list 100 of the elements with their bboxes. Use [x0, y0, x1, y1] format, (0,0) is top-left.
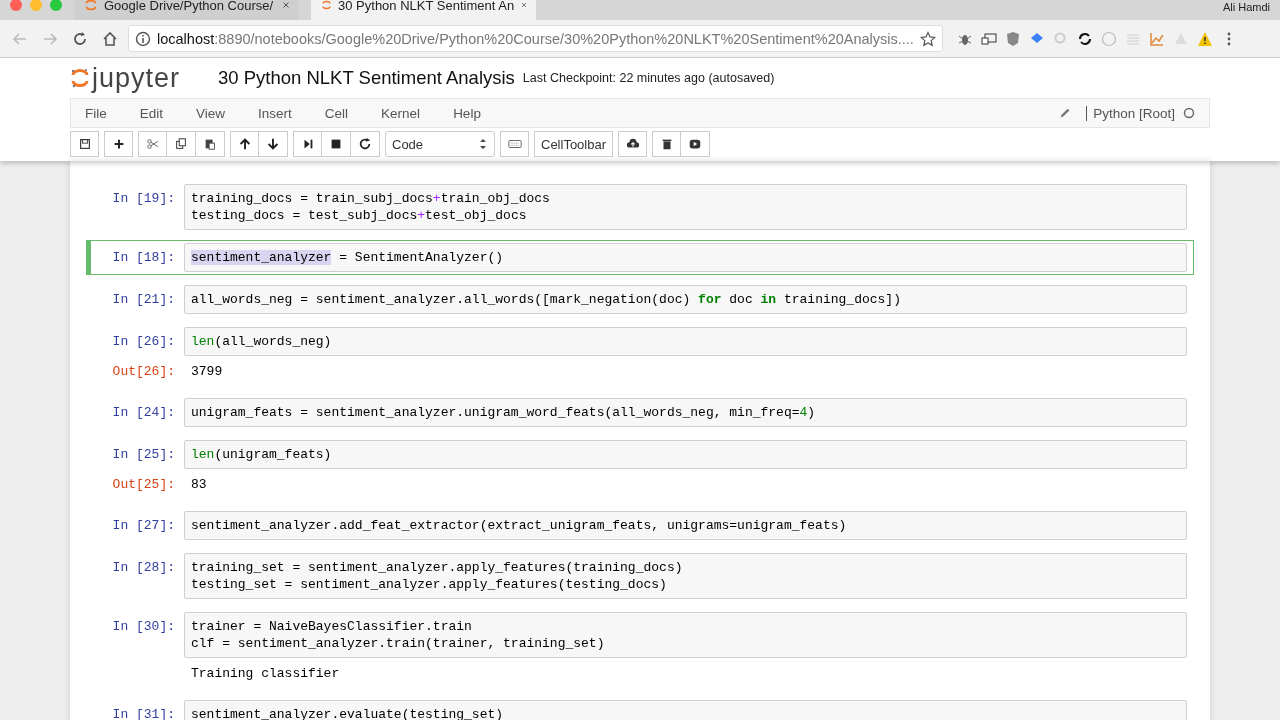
code-line: len(all_words_neg) [191, 333, 332, 350]
arrow-up-icon [237, 137, 252, 151]
input-prompt: In [19]: [111, 190, 176, 206]
input-prompt: In [27]: [111, 517, 176, 533]
sync-icon [1077, 30, 1093, 47]
input-prompt: In [25]: [111, 446, 176, 462]
updown-icon [478, 137, 488, 151]
code-line: sentiment_analyzer.add_feat_extractor(extract_unigram_feats, unigrams=unigram_feats) [191, 517, 847, 534]
logo-text[interactable]: jupyter [92, 62, 181, 94]
code-line: sentiment_analyzer.evaluate(testing_set) [191, 706, 504, 720]
menu-item[interactable]: Kernel [381, 105, 421, 121]
code-input[interactable]: len(unigram_feats) [184, 440, 1187, 469]
code-input[interactable]: trainer = NaiveBayesClassifier.train clf = sentiment_analyzer.train(trainer, training_set) [184, 612, 1187, 658]
close-icon [520, 0, 528, 10]
code-input[interactable]: unigram_feats = sentiment_analyzer.unigram_word_feats(all_words_neg, min_freq=4) [184, 398, 1187, 427]
notebook-cell[interactable]: In [31]: sentiment_analyzer.evaluate(testing_set) [86, 697, 1194, 720]
code-input[interactable]: sentiment_analyzer.add_feat_extractor(extract_unigram_feats, unigrams=unigram_feats) [184, 511, 1187, 540]
code-input[interactable]: training_docs = train_subj_docs+train_obj_docs testing_docs = test_subj_docs+test_obj_docs [184, 184, 1187, 230]
jupyter-icon [84, 0, 98, 12]
paste-button[interactable] [196, 131, 225, 157]
notebook-title[interactable]: 30 Python NLKT Sentiment Analysis [218, 67, 515, 89]
output-prompt: Out[26]: [111, 363, 176, 379]
trash-button[interactable] [652, 131, 682, 157]
cloud-upload-icon [625, 137, 640, 151]
stop-icon [329, 137, 343, 151]
browser-tab[interactable]: 30 Python NLKT Sentiment An [311, 0, 536, 20]
info-icon [135, 30, 151, 47]
notebook-cell[interactable]: In [24]: unigram_feats = sentiment_analyzer.unigram_word_feats(all_words_neg, min_freq=4) [86, 395, 1194, 430]
input-prompt: In [31]: [111, 706, 176, 720]
input-prompt: In [18]: [111, 249, 176, 265]
keyboard-icon [507, 137, 522, 151]
kernel-status-icon [1183, 107, 1195, 119]
notebook-cell[interactable]: In [19]: training_docs = train_subj_docs+train_obj_docs testing_docs = test_subj_docs+test_obj_docs [86, 181, 1194, 233]
copy-button[interactable] [167, 131, 196, 157]
output-text: Training classifier [190, 665, 341, 683]
play-icon [688, 137, 703, 151]
address-bar[interactable]: localhost:8890/notebooks/Google%20Drive/Python%20Course/30%20Python%20NLKT%20Sentiment%20Analysis.... [128, 25, 943, 52]
notebook-cell[interactable]: In [18]: sentiment_analyzer = SentimentAnalyzer() [86, 240, 1194, 275]
restart-button[interactable] [351, 131, 380, 157]
menu-item[interactable]: Insert [258, 105, 292, 121]
code-line: all_words_neg = sentiment_analyzer.all_words([mark_negation(doc) for doc in training_docs]) [191, 291, 901, 308]
copy-icon [174, 137, 188, 151]
code-line: clf = sentiment_analyzer.train(trainer, training_set) [191, 635, 605, 652]
play-button[interactable] [681, 131, 711, 157]
notebook-cell[interactable]: In [21]: all_words_neg = sentiment_analyzer.all_words([mark_negation(doc) for doc in training_docs]) [86, 282, 1194, 317]
save-button[interactable] [70, 131, 99, 157]
code-input[interactable]: training_set = sentiment_analyzer.apply_features(training_docs) testing_set = sentiment_analyzer.apply_features(testing_docs) [184, 553, 1187, 599]
paste-icon [203, 137, 217, 151]
input-prompt: In [30]: [111, 618, 176, 634]
url-text: localhost:8890/notebooks/Google%20Drive/Python%20Course/30%20Python%20NLKT%20Sentiment%20Analysis.... [157, 30, 914, 47]
kernel-name[interactable]: Python [Root] [1086, 105, 1175, 121]
cloud-upload-button[interactable] [618, 131, 648, 157]
shield-icon [1005, 30, 1021, 47]
output-text: 83 [190, 476, 208, 494]
back-icon [12, 30, 28, 47]
cell-type-select[interactable]: Code [385, 131, 495, 157]
code-input[interactable]: sentiment_analyzer.evaluate(testing_set) [184, 700, 1187, 720]
close-icon [281, 0, 291, 10]
notebook-cell[interactable]: In [26]: len(all_words_neg) Out[26]: 3799 [86, 324, 1194, 388]
keyboard-button[interactable] [500, 131, 529, 157]
notebook-cell[interactable]: In [28]: training_set = sentiment_analyzer.apply_features(training_docs) testing_set = sentiment_analyzer.apply_features(testing_docs) [86, 550, 1194, 602]
menu-item[interactable]: Cell [324, 105, 349, 121]
monitor-icon [981, 30, 997, 47]
arrow-up-button[interactable] [230, 131, 259, 157]
step-forward-button[interactable] [293, 131, 322, 157]
chart-icon [1149, 30, 1165, 47]
arrow-down-button[interactable] [259, 131, 288, 157]
notebook-cell[interactable]: In [27]: sentiment_analyzer.add_feat_extractor(extract_unigram_feats, unigrams=unigram_feats) [86, 508, 1194, 543]
stop-button[interactable] [322, 131, 351, 157]
checkpoint-status: Last Checkpoint: 22 minutes ago (autosaved) [522, 71, 775, 85]
code-input[interactable]: all_words_neg = sentiment_analyzer.all_words([mark_negation(doc) for doc in training_docs]) [184, 285, 1187, 314]
code-line: training_docs = train_subj_docs+train_obj_docs [191, 190, 550, 207]
star-icon [920, 30, 936, 47]
menu-item[interactable]: File [85, 105, 107, 121]
home-icon [102, 30, 118, 47]
circle-icon [1101, 30, 1117, 47]
notebook-cell[interactable]: In [30]: trainer = NaiveBayesClassifier.train clf = sentiment_analyzer.train(trainer, training_set) Training classifier [86, 609, 1194, 690]
input-prompt: In [26]: [111, 333, 176, 349]
menu-item[interactable]: Help [453, 105, 481, 121]
output-text: 3799 [190, 363, 224, 381]
code-input[interactable]: len(all_words_neg) [184, 327, 1187, 356]
reload-icon [72, 30, 88, 47]
code-line: training_set = sentiment_analyzer.apply_features(training_docs) [191, 559, 683, 576]
code-line: testing_set = sentiment_analyzer.apply_features(testing_docs) [191, 576, 667, 593]
forward-icon [42, 30, 58, 47]
profile-name[interactable]: Ali Hamdi [1222, 1, 1270, 13]
input-prompt: In [24]: [111, 404, 176, 420]
output-prompt: Out[25]: [111, 476, 176, 492]
celltoolbar-button[interactable]: CellToolbar [534, 131, 614, 157]
restart-icon [358, 137, 372, 151]
notebook-cell[interactable]: In [25]: len(unigram_feats) Out[25]: 83 [86, 437, 1194, 501]
arrow-down-icon [266, 137, 280, 151]
scissors-icon [145, 137, 160, 151]
browser-tab[interactable]: Google Drive/Python Course/ [74, 0, 299, 20]
input-prompt: In [21]: [111, 291, 176, 307]
plus-button[interactable] [104, 131, 133, 157]
menu-item[interactable]: Edit [139, 105, 164, 121]
save-icon [77, 137, 92, 151]
menu-item[interactable]: View [196, 105, 226, 121]
code-input[interactable]: sentiment_analyzer = SentimentAnalyzer() [184, 243, 1187, 272]
